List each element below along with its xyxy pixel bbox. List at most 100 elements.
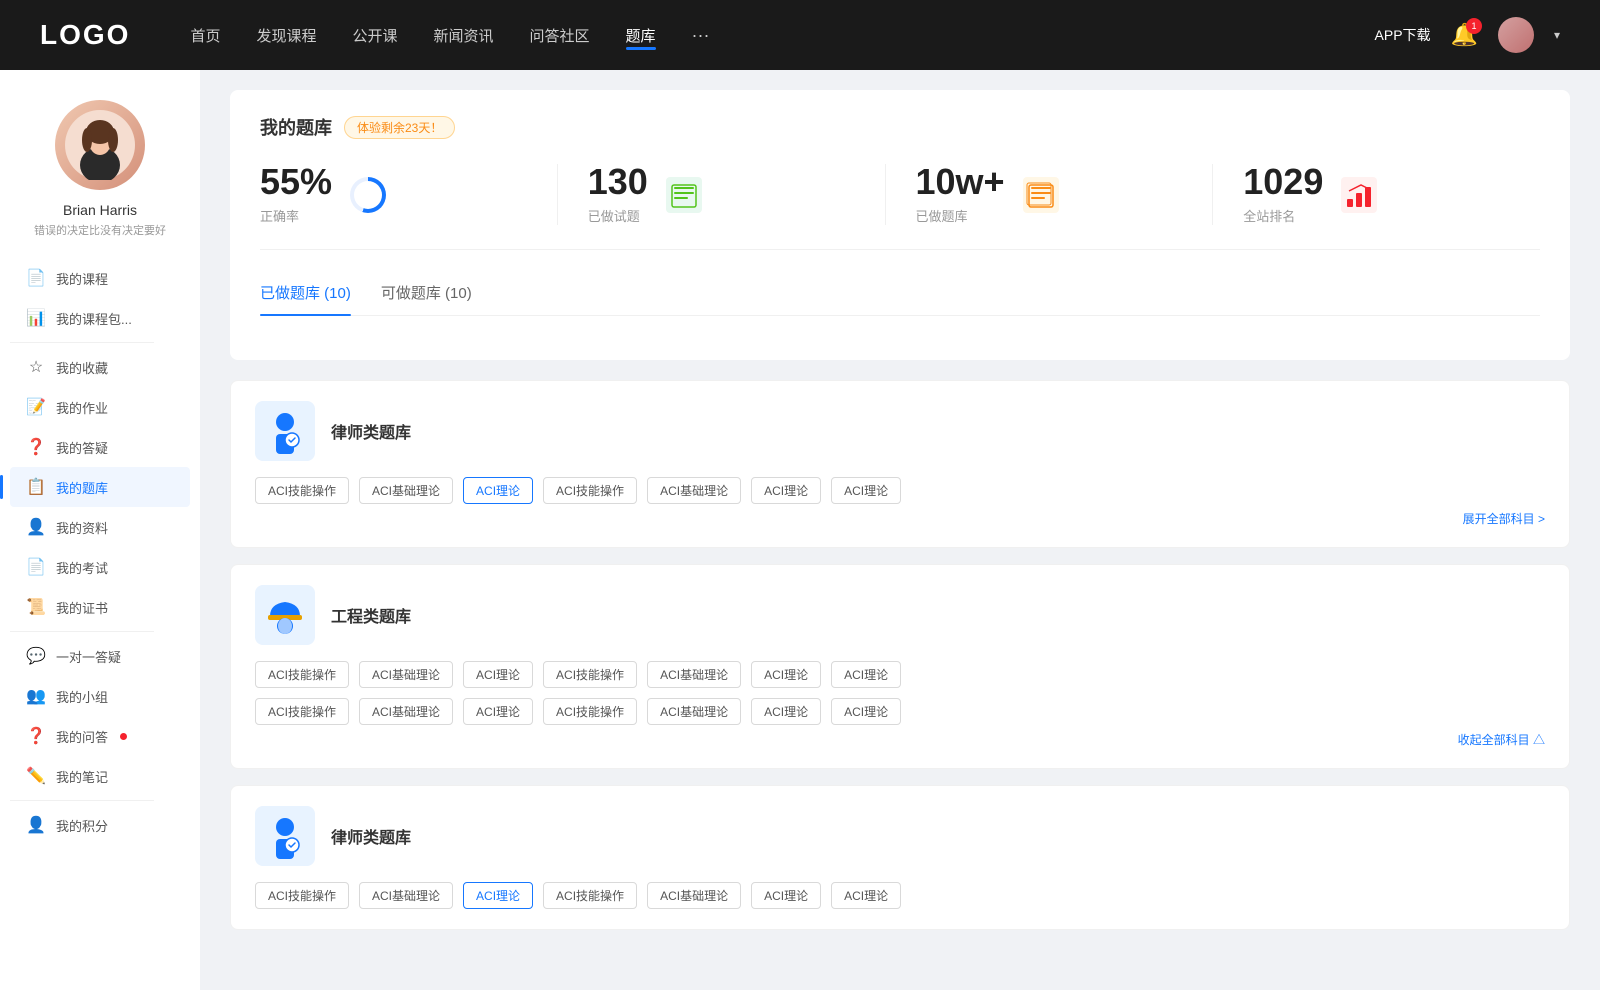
law2-tag-1[interactable]: ACI基础理论 [359, 882, 453, 909]
law2-tag-3[interactable]: ACI技能操作 [543, 882, 637, 909]
sidebar-item-one-on-one[interactable]: 💬 一对一答疑 [10, 636, 190, 676]
bank-expand-lawyer-1[interactable]: 展开全部科目 > [255, 510, 1545, 527]
course-pkg-icon: 📊 [26, 308, 46, 328]
exam-icon: 📄 [26, 557, 46, 577]
bank-tag-5[interactable]: ACI理论 [751, 477, 821, 504]
accuracy-icon [348, 175, 388, 215]
sidebar-menu: 📄 我的课程 📊 我的课程包... ☆ 我的收藏 📝 我的作业 ❓ 我的答疑 � [0, 258, 200, 845]
eng-tag-5[interactable]: ACI理论 [751, 661, 821, 688]
nav-open-course[interactable]: 公开课 [352, 25, 397, 46]
stat-rank-number: 1029 [1243, 164, 1323, 200]
sidebar-item-my-profile[interactable]: 👤 我的资料 [10, 507, 190, 547]
page-title: 我的题库 [260, 114, 332, 140]
tab-done[interactable]: 已做题库 (10) [260, 274, 351, 315]
eng-tag2-2[interactable]: ACI理论 [463, 698, 533, 725]
group-icon: 👥 [26, 686, 46, 706]
avatar-dropdown-arrow[interactable]: ▾ [1554, 28, 1560, 42]
nav-qa[interactable]: 问答社区 [530, 25, 590, 46]
eng-tag2-5[interactable]: ACI理论 [751, 698, 821, 725]
nav-discover[interactable]: 发现课程 [256, 25, 316, 46]
bank-item-engineer: 工程类题库 ACI技能操作 ACI基础理论 ACI理论 ACI技能操作 ACI基… [230, 564, 1570, 769]
sidebar-item-my-bank[interactable]: 📋 我的题库 [10, 467, 190, 507]
eng-tag-1[interactable]: ACI基础理论 [359, 661, 453, 688]
sidebar-avatar [55, 100, 145, 190]
bank-tag-3[interactable]: ACI技能操作 [543, 477, 637, 504]
bank-tag-0[interactable]: ACI技能操作 [255, 477, 349, 504]
notes-icon: ✏️ [26, 766, 46, 786]
law2-tag-6[interactable]: ACI理论 [831, 882, 901, 909]
stat-done-b-content: 10w+ 已做题库 [916, 164, 1005, 225]
nav-home[interactable]: 首页 [190, 25, 220, 46]
stat-rank-content: 1029 全站排名 [1243, 164, 1323, 225]
course-icon: 📄 [26, 268, 46, 288]
one-on-one-icon: 💬 [26, 646, 46, 666]
sidebar-item-my-qa[interactable]: ❓ 我的答疑 [10, 427, 190, 467]
bank-tags-lawyer-2: ACI技能操作 ACI基础理论 ACI理论 ACI技能操作 ACI基础理论 AC… [255, 882, 1545, 909]
eng-tag2-3[interactable]: ACI技能操作 [543, 698, 637, 725]
stat-done-banks: 10w+ 已做题库 [886, 164, 1214, 225]
bank-collapse-engineer[interactable]: 收起全部科目 △ [255, 731, 1545, 748]
nav-menu: 首页 发现课程 公开课 新闻资讯 问答社区 题库 ··· [190, 25, 1374, 46]
logo[interactable]: LOGO [40, 19, 130, 51]
eng-tag-4[interactable]: ACI基础理论 [647, 661, 741, 688]
trial-badge: 体验剩余23天！ [344, 116, 455, 139]
page-header: 我的题库 体验剩余23天！ [260, 114, 1540, 140]
bank-tags-engineer-row1: ACI技能操作 ACI基础理论 ACI理论 ACI技能操作 ACI基础理论 AC… [255, 661, 1545, 688]
bank-tag-6[interactable]: ACI理论 [831, 477, 901, 504]
sidebar-item-my-homework[interactable]: 📝 我的作业 [10, 387, 190, 427]
bank-tabs: 已做题库 (10) 可做题库 (10) [260, 274, 1540, 316]
bell-badge: 1 [1466, 18, 1482, 34]
law2-tag-0[interactable]: ACI技能操作 [255, 882, 349, 909]
sidebar: Brian Harris 错误的决定比没有决定要好 📄 我的课程 📊 我的课程包… [0, 70, 200, 990]
notification-bell[interactable]: 🔔 1 [1451, 22, 1478, 48]
bank-item-lawyer-2: 律师类题库 ACI技能操作 ACI基础理论 ACI理论 ACI技能操作 ACI基… [230, 785, 1570, 930]
eng-tag-0[interactable]: ACI技能操作 [255, 661, 349, 688]
bank-header-lawyer-2: 律师类题库 [255, 806, 1545, 866]
sidebar-item-my-group[interactable]: 👥 我的小组 [10, 676, 190, 716]
eng-tag-3[interactable]: ACI技能操作 [543, 661, 637, 688]
law2-tag-5[interactable]: ACI理论 [751, 882, 821, 909]
done-q-icon [664, 175, 704, 215]
sidebar-username: Brian Harris [63, 202, 137, 218]
sidebar-divider-1 [10, 342, 154, 343]
bank-tag-2[interactable]: ACI理论 [463, 477, 533, 504]
main-content: 我的题库 体验剩余23天！ 55% 正确率 [200, 70, 1600, 990]
sidebar-item-my-notes[interactable]: ✏️ 我的笔记 [10, 756, 190, 796]
stat-done-q-number: 130 [588, 164, 648, 200]
bank-tags-engineer-row2: ACI技能操作 ACI基础理论 ACI理论 ACI技能操作 ACI基础理论 AC… [255, 698, 1545, 725]
bank-header-lawyer-1: 律师类题库 [255, 401, 1545, 461]
eng-tag-6[interactable]: ACI理论 [831, 661, 901, 688]
bank-title-engineer: 工程类题库 [331, 603, 411, 627]
app-download[interactable]: APP下载 [1375, 25, 1431, 45]
sidebar-motto: 错误的决定比没有决定要好 [24, 222, 176, 238]
eng-tag-2[interactable]: ACI理论 [463, 661, 533, 688]
sidebar-item-my-favorite[interactable]: ☆ 我的收藏 [10, 347, 190, 387]
bank-title-lawyer-1: 律师类题库 [331, 419, 411, 443]
law2-tag-2[interactable]: ACI理论 [463, 882, 533, 909]
nav-bank[interactable]: 题库 [626, 25, 656, 46]
sidebar-item-my-cert[interactable]: 📜 我的证书 [10, 587, 190, 627]
qna-icon: ❓ [26, 726, 46, 746]
bank-avatar-engineer [255, 585, 315, 645]
qna-dot [120, 733, 127, 740]
sidebar-item-my-points[interactable]: 👤 我的积分 [10, 805, 190, 845]
page-wrapper: Brian Harris 错误的决定比没有决定要好 📄 我的课程 📊 我的课程包… [0, 0, 1600, 990]
nav-more[interactable]: ··· [692, 25, 710, 46]
avatar[interactable] [1498, 17, 1534, 53]
eng-tag2-6[interactable]: ACI理论 [831, 698, 901, 725]
bank-tag-4[interactable]: ACI基础理论 [647, 477, 741, 504]
sidebar-divider-3 [10, 800, 154, 801]
eng-tag2-1[interactable]: ACI基础理论 [359, 698, 453, 725]
sidebar-item-my-qna[interactable]: ❓ 我的问答 [10, 716, 190, 756]
tab-available[interactable]: 可做题库 (10) [381, 274, 472, 315]
eng-tag2-0[interactable]: ACI技能操作 [255, 698, 349, 725]
eng-tag2-4[interactable]: ACI基础理论 [647, 698, 741, 725]
nav-news[interactable]: 新闻资讯 [434, 25, 494, 46]
sidebar-item-my-course[interactable]: 📄 我的课程 [10, 258, 190, 298]
sidebar-item-my-exam[interactable]: 📄 我的考试 [10, 547, 190, 587]
sidebar-item-my-course-pkg[interactable]: 📊 我的课程包... [10, 298, 190, 338]
law2-tag-4[interactable]: ACI基础理论 [647, 882, 741, 909]
stat-done-q-content: 130 已做试题 [588, 164, 648, 225]
bank-tag-1[interactable]: ACI基础理论 [359, 477, 453, 504]
bank-title-lawyer-2: 律师类题库 [331, 824, 411, 848]
